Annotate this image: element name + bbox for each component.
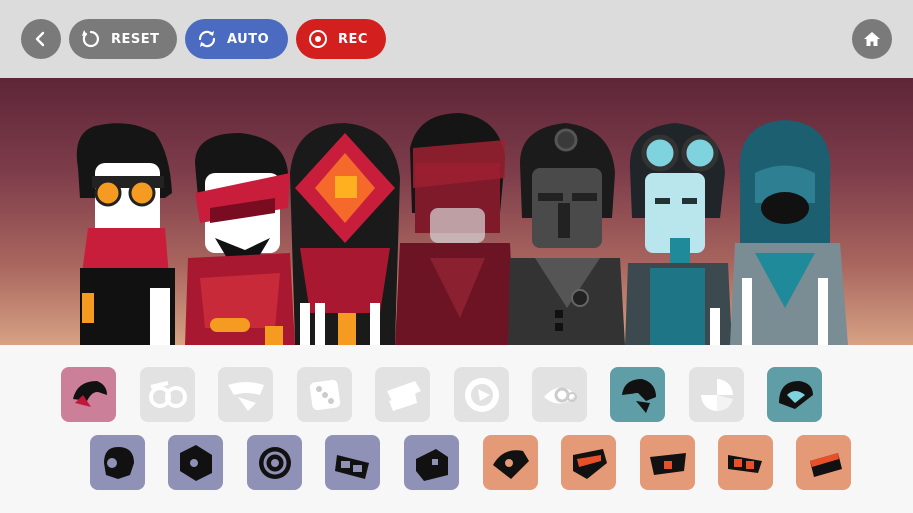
reset-button[interactable]: RESET: [69, 19, 177, 59]
character-3[interactable]: [290, 123, 400, 345]
purple-mask-icon[interactable]: [90, 435, 145, 490]
character-1[interactable]: [76, 123, 175, 345]
auto-button[interactable]: AUTO: [185, 19, 288, 59]
teal-helmet-icon[interactable]: [610, 367, 665, 422]
ribbon-icon[interactable]: [375, 367, 430, 422]
character-5[interactable]: [508, 123, 625, 345]
pink-hair-icon[interactable]: [61, 367, 116, 422]
split-circle-icon[interactable]: [689, 367, 744, 422]
orange-visor-icon[interactable]: [561, 435, 616, 490]
dice-icon[interactable]: [297, 367, 352, 422]
refresh-icon: [195, 27, 219, 51]
record-icon: [306, 27, 330, 51]
character-7[interactable]: [730, 120, 848, 345]
back-button[interactable]: [21, 19, 61, 59]
top-toolbar: RESET AUTO REC: [0, 0, 913, 78]
character-stage: [0, 78, 913, 345]
sound-icon-tray: [0, 345, 913, 513]
reset-label: RESET: [111, 31, 160, 47]
auto-label: AUTO: [227, 31, 270, 47]
purple-target-icon[interactable]: [247, 435, 302, 490]
home-icon: [864, 32, 880, 46]
gear-eye-icon[interactable]: [532, 367, 587, 422]
home-button[interactable]: [852, 19, 892, 59]
purple-goggles-icon[interactable]: [325, 435, 380, 490]
purple-cap-icon[interactable]: [404, 435, 459, 490]
purple-hex-icon[interactable]: [168, 435, 223, 490]
reset-icon: [79, 27, 103, 51]
character-4[interactable]: [395, 113, 515, 345]
ring-icon[interactable]: [454, 367, 509, 422]
character-6[interactable]: [625, 123, 732, 345]
character-2[interactable]: [185, 133, 295, 345]
rec-label: REC: [338, 31, 368, 47]
rec-button[interactable]: REC: [296, 19, 386, 59]
scarf-icon[interactable]: [218, 367, 273, 422]
glasses-icon[interactable]: [140, 367, 195, 422]
orange-band-icon[interactable]: [640, 435, 695, 490]
chevron-left-icon: [35, 31, 45, 47]
teal-hood-icon[interactable]: [767, 367, 822, 422]
orange-hat-icon[interactable]: [796, 435, 851, 490]
orange-eye-icon[interactable]: [483, 435, 538, 490]
orange-glasses-icon[interactable]: [718, 435, 773, 490]
